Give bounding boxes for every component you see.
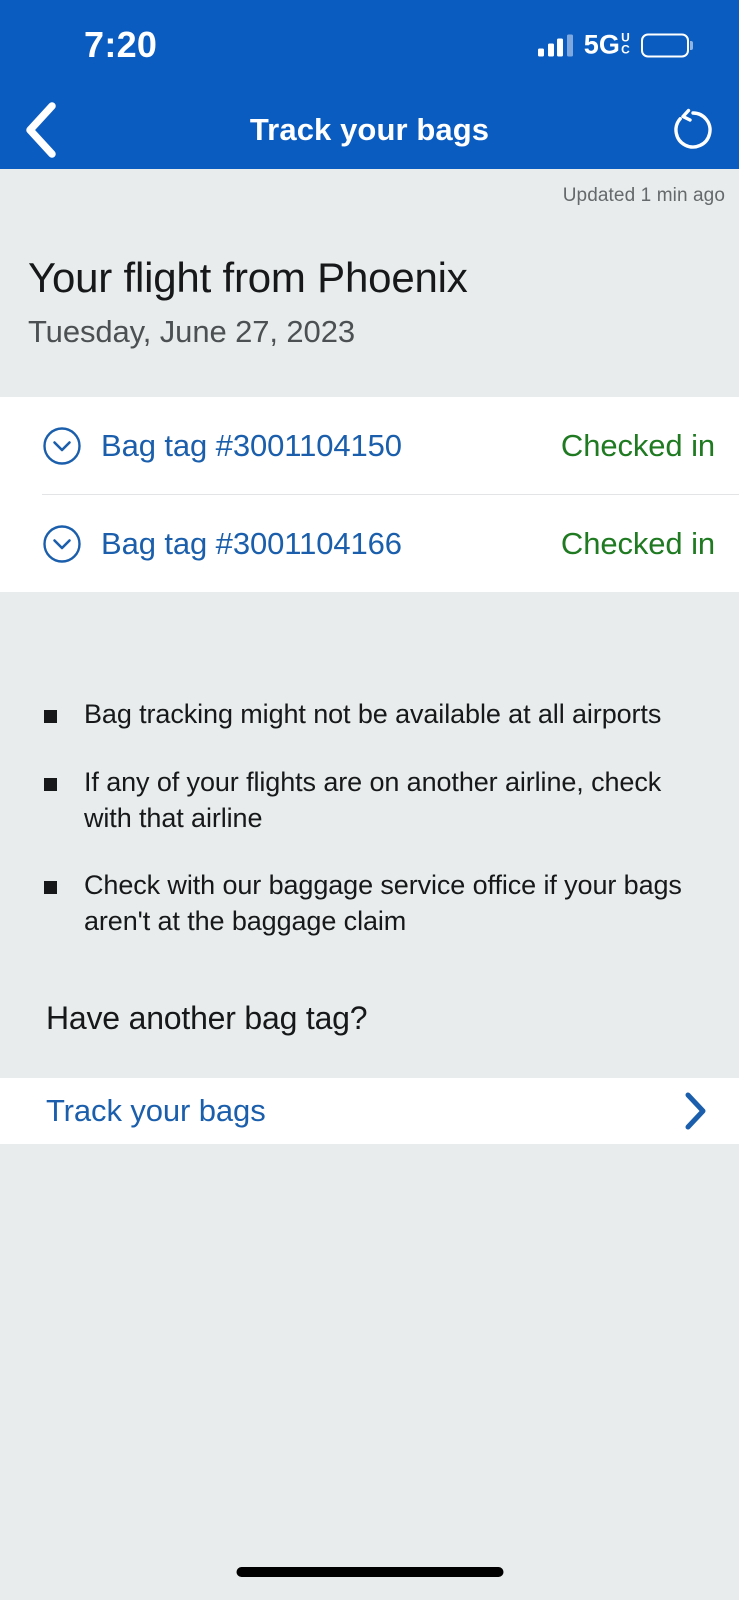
updated-timestamp: Updated 1 min ago [562, 185, 725, 206]
note-item: Check with our baggage service office if… [44, 868, 709, 939]
signal-bars-icon [538, 34, 573, 56]
track-your-bags-link[interactable]: Track your bags [0, 1078, 739, 1145]
chevron-down-circle-icon[interactable] [42, 426, 82, 466]
another-bag-heading: Have another bag tag? [46, 1000, 368, 1037]
back-button[interactable] [8, 98, 72, 162]
status-bar-indicators: 5G U C [538, 30, 689, 61]
bag-tag-label: Bag tag #3001104150 [101, 427, 402, 463]
note-item: Bag tracking might not be available at a… [44, 697, 709, 733]
refresh-icon [674, 108, 712, 149]
chevron-down-circle-icon[interactable] [42, 524, 82, 564]
square-bullet-icon [44, 881, 57, 895]
note-text: If any of your flights are on another ai… [84, 766, 662, 833]
flight-date: Tuesday, June 27, 2023 [28, 314, 355, 350]
note-text: Bag tracking might not be available at a… [84, 699, 662, 730]
bag-tag-list: Bag tag #3001104150 Checked in Bag tag #… [0, 397, 739, 593]
tracking-notes-list: Bag tracking might not be available at a… [0, 592, 739, 939]
network-type-label: 5G U C [584, 30, 630, 61]
bag-tag-status: Checked in [560, 525, 715, 561]
bag-tag-row-left: Bag tag #3001104166 [42, 524, 402, 564]
network-sub-bottom: C [621, 42, 630, 56]
network-type-text: 5G [583, 29, 621, 60]
battery-icon [641, 33, 689, 57]
note-text: Check with our baggage service office if… [84, 870, 682, 936]
chevron-left-icon [26, 101, 56, 158]
bag-tag-status: Checked in [560, 427, 715, 463]
bag-tag-row[interactable]: Bag tag #3001104150 Checked in [0, 397, 739, 494]
square-bullet-icon [44, 710, 57, 724]
bag-tag-row[interactable]: Bag tag #3001104166 Checked in [0, 495, 739, 592]
navigation-bar: Track your bags [0, 90, 739, 169]
note-item: If any of your flights are on another ai… [44, 765, 709, 836]
page-title: Track your bags [249, 111, 490, 147]
square-bullet-icon [44, 777, 57, 791]
track-your-bags-label: Track your bags [46, 1093, 266, 1129]
bag-tag-label: Bag tag #3001104166 [101, 525, 402, 561]
main-content: Updated 1 min ago Your flight from Phoen… [0, 169, 739, 1600]
bag-tag-row-left: Bag tag #3001104150 [42, 426, 402, 466]
refresh-button[interactable] [661, 98, 725, 162]
track-bags-screen: 7:20 5G U C Track your bags Updated 1 mi… [0, 0, 739, 1600]
status-bar: 7:20 5G U C [0, 0, 739, 90]
flight-header: Your flight from Phoenix Tuesday, June 2… [0, 207, 739, 350]
chevron-right-icon [683, 1091, 709, 1131]
flight-title: Your flight from Phoenix [28, 254, 468, 301]
home-indicator [236, 1567, 503, 1577]
status-bar-time: 7:20 [84, 24, 158, 65]
